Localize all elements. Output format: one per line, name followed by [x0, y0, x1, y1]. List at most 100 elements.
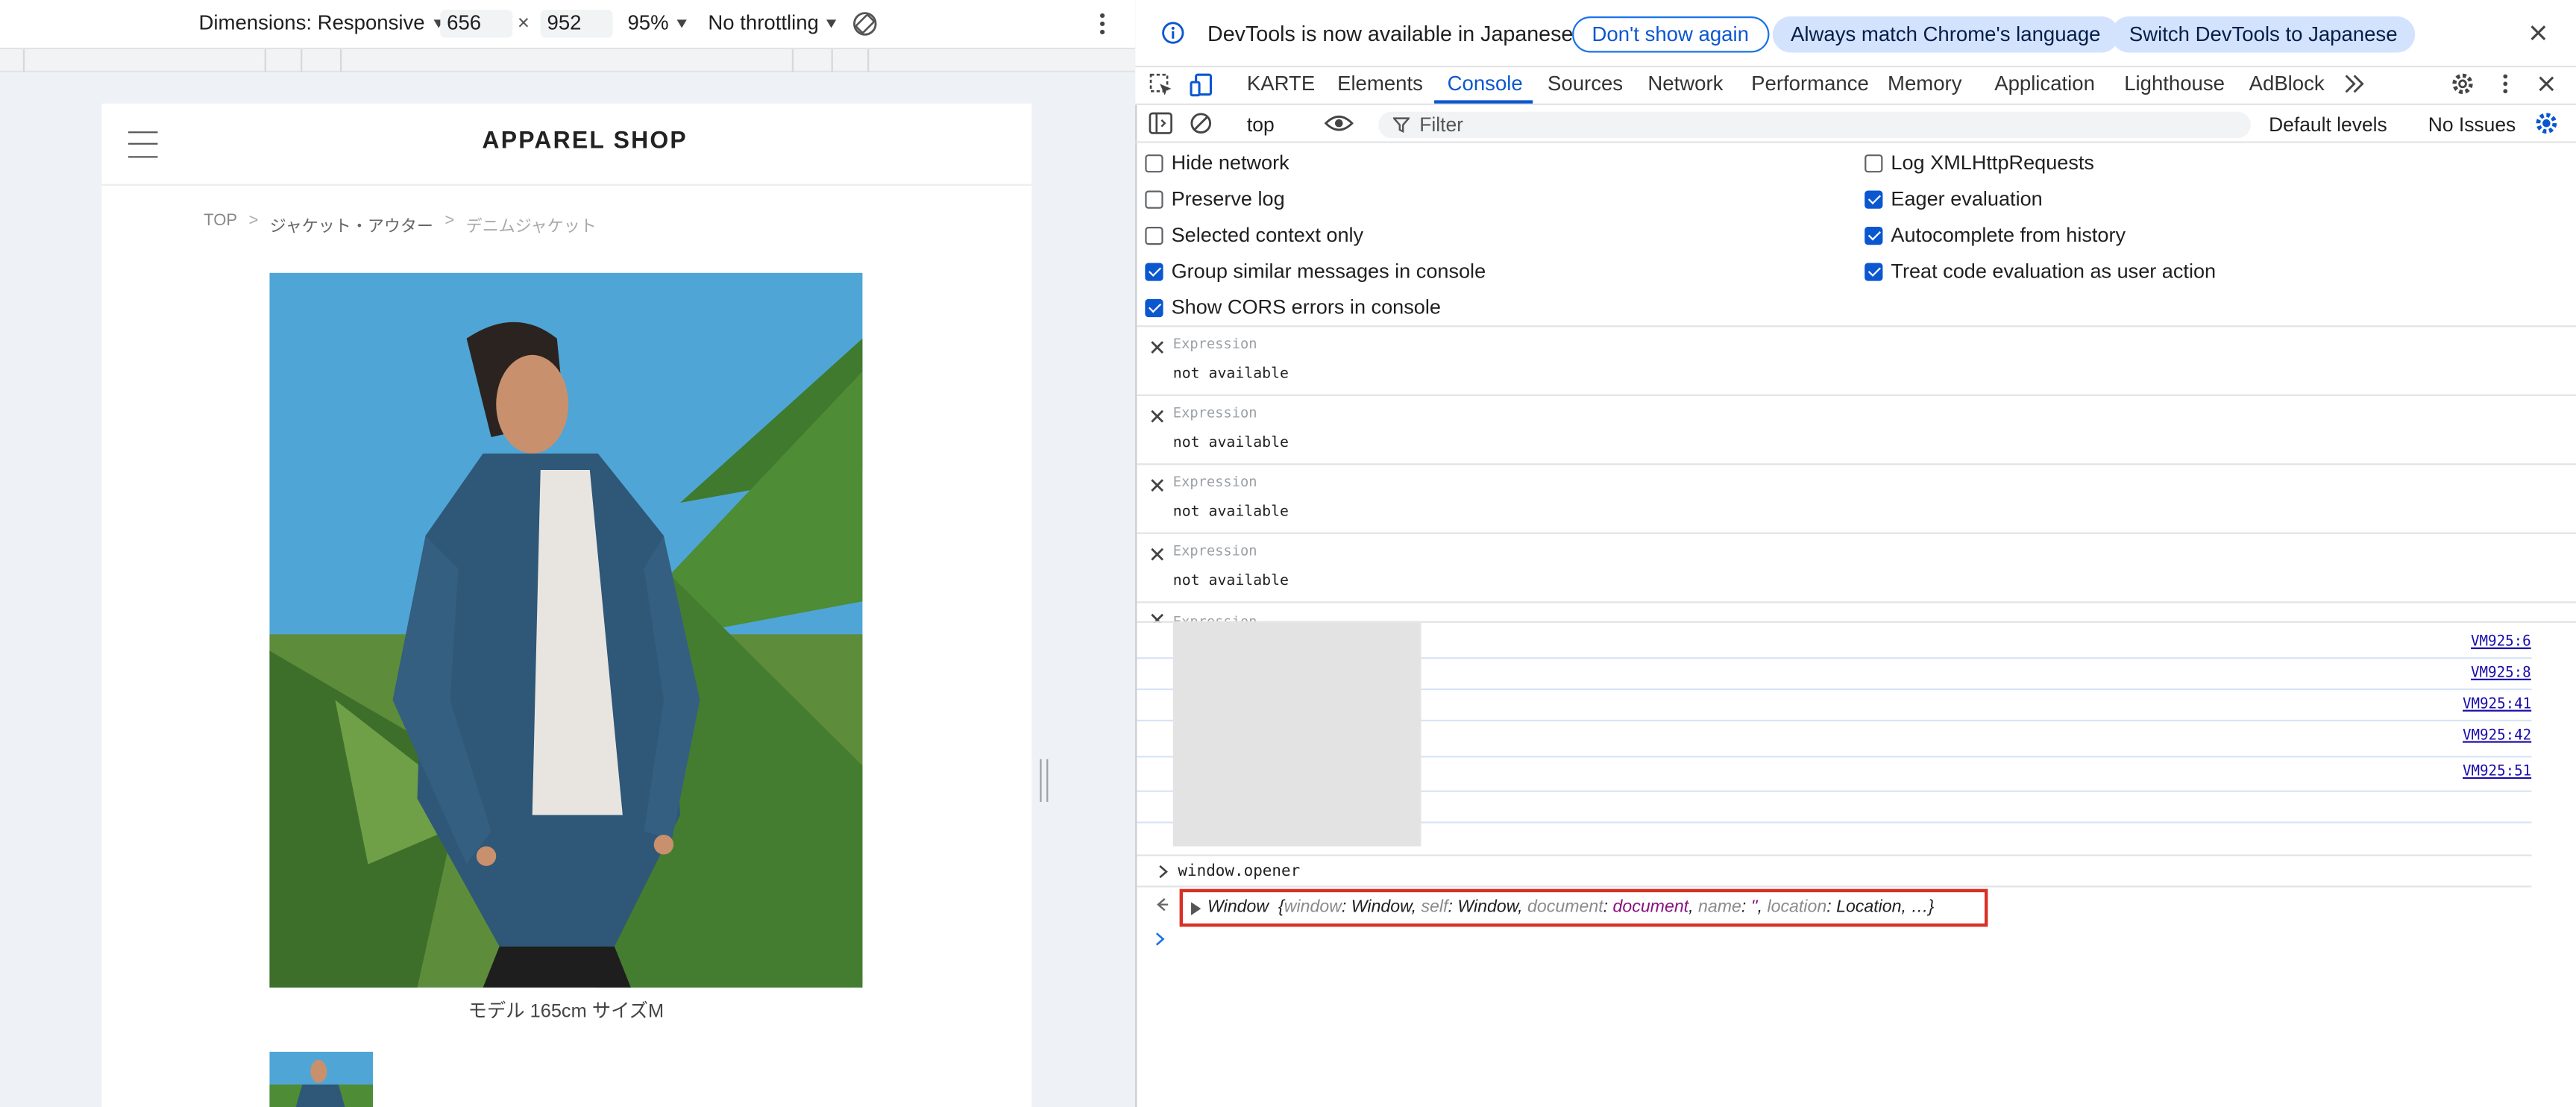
breadcrumb: TOP > ジャケット・アウター > デニムジャケット: [204, 212, 597, 236]
remove-expression-icon[interactable]: ✕: [1149, 335, 1166, 361]
tab-application[interactable]: Application: [1994, 72, 2095, 95]
expression-value: not available: [1172, 435, 1289, 452]
throttling-dropdown[interactable]: No throttling: [708, 11, 837, 34]
tab-adblock[interactable]: AdBlock: [2249, 72, 2325, 95]
setting-treat-as-user-action[interactable]: Treat code evaluation as user action: [1865, 260, 2216, 283]
expression-value: not available: [1172, 366, 1289, 383]
ellipsis: …}: [1911, 897, 1935, 918]
setting-group-similar[interactable]: Group similar messages in console: [1145, 260, 1486, 283]
width-input[interactable]: 656: [440, 10, 513, 38]
dimensions-dropdown[interactable]: Dimensions: Responsive: [199, 11, 443, 34]
log-levels-dropdown[interactable]: Default levels: [2269, 113, 2387, 137]
setting-label: Show CORS errors in console: [1171, 295, 1441, 319]
tab-performance[interactable]: Performance: [1751, 72, 1869, 95]
settings-gear-icon[interactable]: [2449, 71, 2475, 97]
setting-autocomplete[interactable]: Autocomplete from history: [1865, 223, 2126, 247]
close-devtools-icon[interactable]: [2536, 74, 2556, 93]
source-link[interactable]: VM925:51: [2463, 764, 2531, 780]
source-link[interactable]: VM925:6: [2471, 634, 2531, 650]
source-link[interactable]: VM925:8: [2471, 665, 2531, 682]
live-expression: ✕ Expression not available: [1137, 463, 2576, 533]
tab-console[interactable]: Console: [1448, 72, 1523, 95]
match-language-button[interactable]: Always match Chrome's language: [1772, 16, 2119, 53]
redacted-block: [1172, 622, 1421, 847]
result-type: Window: [1207, 897, 1269, 918]
live-expression-eye-icon[interactable]: [1324, 112, 1354, 135]
times-sign: ×: [517, 11, 530, 35]
product-photo[interactable]: [269, 272, 863, 988]
issues-counter[interactable]: No Issues: [2428, 113, 2516, 137]
breadcrumb-item-top[interactable]: TOP: [204, 212, 237, 236]
shop-title[interactable]: APPAREL SHOP: [102, 128, 1068, 154]
setting-label: Autocomplete from history: [1891, 223, 2126, 247]
prop-key: self: [1421, 897, 1448, 918]
breadcrumb-item-current: デニムジャケット: [465, 218, 597, 237]
console-input-history[interactable]: window.opener: [1178, 862, 1300, 880]
checkbox[interactable]: [1145, 262, 1163, 280]
tab-sources[interactable]: Sources: [1548, 72, 1623, 95]
breadcrumb-item-jackets[interactable]: ジャケット・アウター: [270, 212, 433, 236]
tab-network[interactable]: Network: [1647, 72, 1723, 95]
product-thumbnail[interactable]: [269, 1051, 374, 1107]
expression-value: not available: [1172, 504, 1289, 521]
zoom-dropdown[interactable]: 95%: [627, 11, 686, 34]
console-prompt-icon[interactable]: [1153, 932, 1166, 947]
checkbox[interactable]: [1865, 153, 1883, 172]
checkbox[interactable]: [1865, 262, 1883, 280]
breadcrumb-separator: >: [444, 212, 455, 231]
setting-label: Log XMLHttpRequests: [1891, 151, 2094, 175]
live-expression: ✕ Expression not available: [1137, 325, 2576, 395]
prop-key: location: [1767, 897, 1827, 918]
checkbox[interactable]: [1865, 189, 1883, 208]
checkbox[interactable]: [1865, 225, 1883, 245]
live-expression: ✕ Expression: [1137, 601, 2576, 623]
checkbox[interactable]: [1145, 153, 1163, 172]
remove-expression-icon[interactable]: ✕: [1149, 542, 1166, 568]
checkbox[interactable]: [1145, 189, 1163, 208]
console-settings-gear-icon[interactable]: [2533, 110, 2560, 137]
source-link[interactable]: VM925:41: [2463, 697, 2531, 713]
tab-karte[interactable]: KARTE: [1247, 72, 1315, 95]
tab-lighthouse[interactable]: Lighthouse: [2124, 72, 2225, 95]
clear-console-icon[interactable]: [1190, 112, 1213, 135]
setting-log-xhr[interactable]: Log XMLHttpRequests: [1865, 151, 2094, 175]
context-selector[interactable]: top: [1247, 113, 1275, 137]
active-tab-indicator: [1434, 100, 1533, 104]
setting-selected-context[interactable]: Selected context only: [1145, 224, 1363, 246]
source-link[interactable]: VM925:42: [2463, 728, 2531, 744]
resize-handle[interactable]: [1040, 759, 1049, 802]
device-toolbar: Dimensions: Responsive 656 × 952 95% No …: [0, 0, 1136, 50]
close-infobar-icon[interactable]: [2528, 23, 2548, 43]
inspect-element-icon[interactable]: [1149, 72, 1175, 98]
expression-input[interactable]: Expression: [1173, 475, 1257, 492]
media-query-ruler[interactable]: [0, 49, 1136, 72]
console-result-highlight[interactable]: Window {window: Window, self: Window, do…: [1179, 888, 1988, 927]
setting-show-cors[interactable]: Show CORS errors in console: [1145, 296, 1441, 319]
tab-memory[interactable]: Memory: [1888, 72, 1961, 95]
customize-menu-icon[interactable]: [2498, 72, 2512, 95]
expression-input[interactable]: Expression: [1173, 406, 1257, 422]
height-input[interactable]: 952: [540, 10, 613, 38]
dont-show-again-button[interactable]: Don't show again: [1572, 16, 1769, 53]
tab-elements[interactable]: Elements: [1337, 72, 1423, 95]
expression-input[interactable]: Expression: [1173, 337, 1257, 354]
checkbox[interactable]: [1145, 225, 1163, 245]
brace: {: [1278, 897, 1284, 918]
setting-hide-network[interactable]: Hide network: [1145, 151, 1289, 174]
expand-triangle-icon[interactable]: [1191, 902, 1201, 915]
switch-japanese-button[interactable]: Switch DevTools to Japanese: [2111, 16, 2416, 53]
filter-icon: [1392, 116, 1410, 134]
sidebar-toggle-icon[interactable]: [1149, 112, 1173, 135]
remove-expression-icon[interactable]: ✕: [1149, 473, 1166, 499]
expression-input[interactable]: Expression: [1173, 544, 1257, 560]
checkbox[interactable]: [1145, 298, 1163, 317]
rotate-icon[interactable]: [851, 10, 879, 37]
setting-preserve-log[interactable]: Preserve log: [1145, 187, 1285, 210]
more-tabs-icon[interactable]: [2343, 74, 2366, 93]
device-toggle-icon[interactable]: [1190, 72, 1216, 98]
console-filter-input[interactable]: Filter: [1378, 111, 2251, 139]
more-options-icon[interactable]: [1094, 10, 1110, 37]
remove-expression-icon[interactable]: ✕: [1149, 404, 1166, 430]
input-prompt-chevron-icon: [1157, 865, 1170, 879]
setting-eager-eval[interactable]: Eager evaluation: [1865, 187, 2043, 210]
